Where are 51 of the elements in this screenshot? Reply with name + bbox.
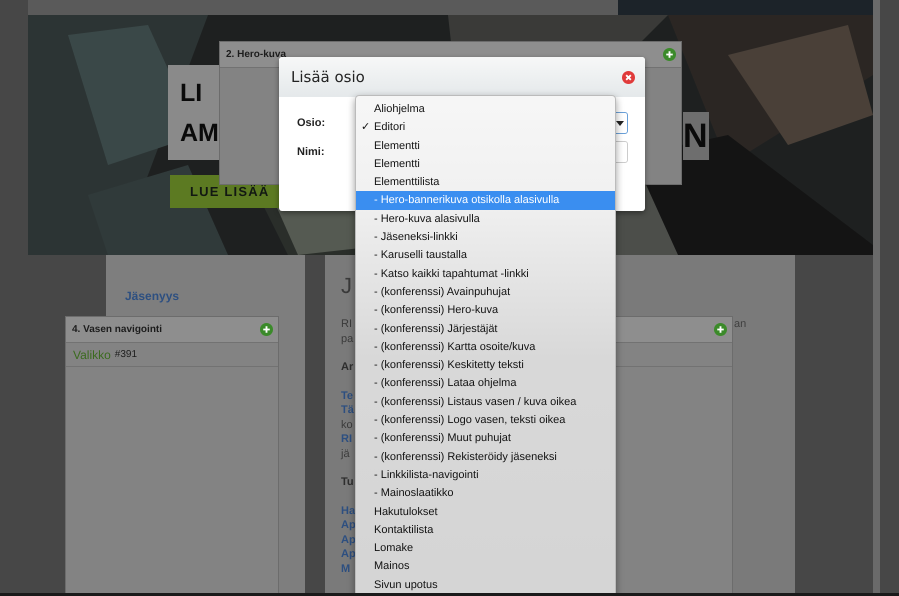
- dropdown-option[interactable]: - (konferenssi) Hero-kuva: [356, 301, 615, 320]
- dropdown-option[interactable]: - Katso kaikki tapahtumat -linkki: [356, 264, 615, 283]
- dropdown-option[interactable]: - Hero-kuva alasivulla: [356, 210, 615, 228]
- body-text: ko: [341, 418, 353, 432]
- field-label: Nimi:: [297, 146, 326, 158]
- dropdown-option[interactable]: Sivun upotus: [356, 576, 615, 594]
- dropdown-option[interactable]: - Linkkilista-navigointi: [356, 466, 615, 484]
- close-icon[interactable]: [622, 70, 635, 84]
- dropdown-option[interactable]: - (konferenssi) Lataa ohjelma: [356, 374, 615, 393]
- caret-icon: [616, 120, 624, 126]
- panel-title: 2. Hero-kuva: [226, 49, 286, 60]
- hero-title: LI: [180, 78, 204, 109]
- body-text: RI: [341, 317, 352, 332]
- dropdown-option[interactable]: Elementti: [356, 136, 615, 155]
- content-heading: J: [341, 273, 352, 299]
- add-icon[interactable]: [663, 48, 676, 61]
- dropdown-option[interactable]: Lomake: [356, 539, 615, 558]
- dropdown-option[interactable]: - (konferenssi) Muut puhujat: [356, 429, 615, 448]
- body-text: pa: [341, 332, 354, 346]
- dropdown-option[interactable]: - (konferenssi) Rekisteröidy jäseneksi: [356, 448, 615, 466]
- dropdown-option[interactable]: - Jäseneksi-linkki: [356, 228, 615, 246]
- dropdown-option[interactable]: - Karuselli taustalla: [356, 246, 615, 265]
- hero-title: N: [683, 112, 709, 160]
- body-text: Tu: [341, 475, 354, 490]
- dropdown-option[interactable]: - (konferenssi) Logo vasen, teksti oikea: [356, 411, 615, 430]
- check-icon: ✓: [361, 118, 370, 137]
- dropdown-option[interactable]: Aliohjelma: [356, 100, 615, 118]
- dropdown-option[interactable]: - (konferenssi) Keskitetty teksti: [356, 356, 615, 374]
- body-text: Ar: [341, 360, 354, 374]
- field-label: Osio:: [297, 117, 326, 129]
- dropdown-option[interactable]: Kontaktilista: [356, 520, 615, 540]
- dialog-title: Lisää osio: [291, 68, 365, 86]
- add-icon[interactable]: [260, 323, 273, 336]
- panel-item[interactable]: Valikko #391: [66, 343, 278, 367]
- add-icon[interactable]: [714, 323, 727, 336]
- dropdown-option[interactable]: - (konferenssi) Avainpuhujat: [356, 282, 615, 302]
- dropdown-option[interactable]: - Mainoslaatikko: [356, 484, 615, 503]
- panel-title: 4. Vasen navigointi: [72, 324, 162, 335]
- scrollbar[interactable]: [873, 0, 880, 596]
- body-text: an: [734, 318, 746, 330]
- dropdown-option[interactable]: - (konferenssi) Kartta osoite/kuva: [356, 338, 615, 356]
- dropdown-option[interactable]: Elementtilista: [356, 173, 615, 192]
- dropdown-option[interactable]: Hakutulokset: [356, 502, 615, 521]
- dropdown-option[interactable]: - (konferenssi) Järjestäjät: [356, 320, 615, 338]
- dropdown-option[interactable]: - (konferenssi) Listaus vasen / kuva oikea: [356, 392, 615, 412]
- dropdown-option[interactable]: Mainos: [356, 557, 615, 576]
- dropdown-option[interactable]: Elementti: [356, 154, 615, 174]
- sidebar-heading: Jäsenyys: [125, 289, 180, 303]
- dropdown-option[interactable]: ✓ Editori: [356, 118, 615, 137]
- body-text: jä: [341, 446, 350, 461]
- hero-title: AM: [180, 118, 220, 149]
